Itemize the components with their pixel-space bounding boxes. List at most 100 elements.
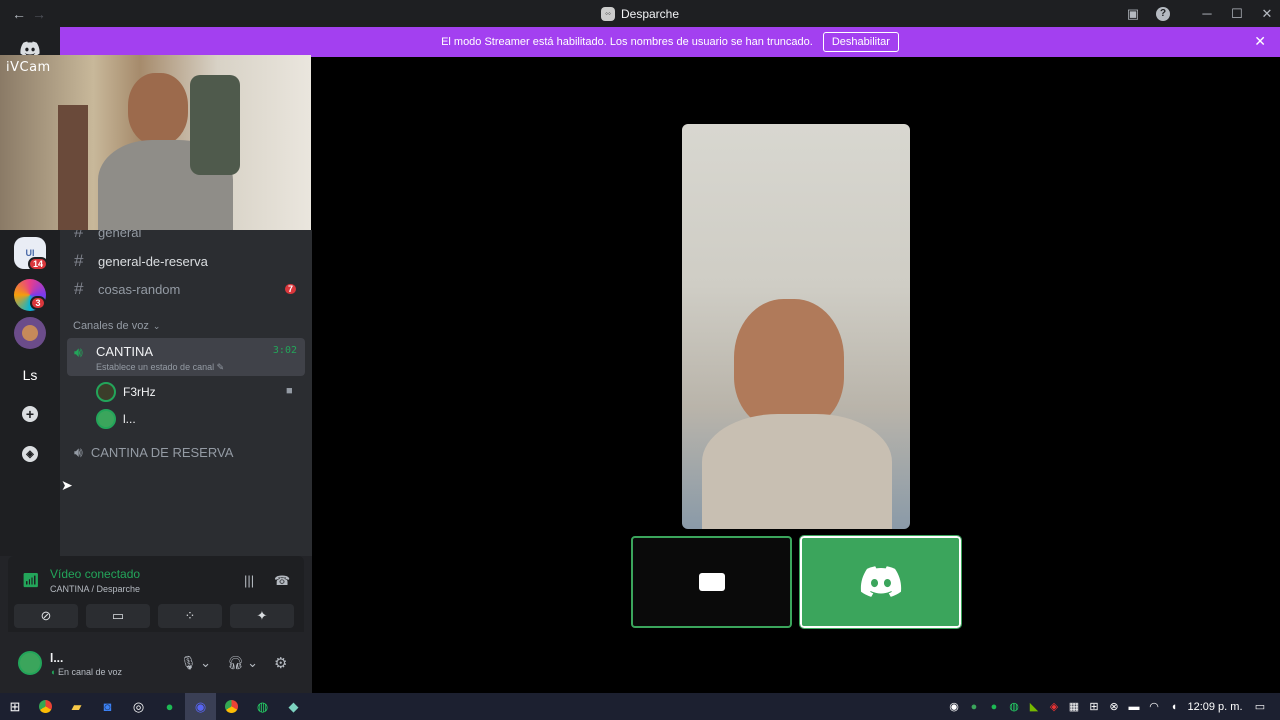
- door-frame: [58, 105, 88, 230]
- hash-icon: #: [74, 251, 84, 270]
- tray-icon[interactable]: ●: [964, 693, 984, 720]
- tray-icon[interactable]: ⊞: [1084, 693, 1104, 720]
- chrome-icon[interactable]: [30, 693, 61, 720]
- voice-channel-cantina-de-reserva[interactable]: 🔊︎ CANTINA DE RESERVA: [74, 444, 233, 461]
- person-head: [128, 73, 188, 145]
- chrome-icon[interactable]: [216, 693, 247, 720]
- windows-start-icon[interactable]: ⊞: [0, 693, 30, 720]
- inbox-icon[interactable]: ▣: [1118, 0, 1148, 27]
- voice-channel-name: CANTINA: [96, 344, 154, 359]
- voice-member[interactable]: F3rHz ■: [96, 381, 296, 403]
- tray-icon[interactable]: ◈: [1044, 693, 1064, 720]
- nvidia-icon[interactable]: ◣: [1024, 693, 1044, 720]
- activities-button[interactable]: ⁘: [158, 604, 222, 628]
- video-tile-self[interactable]: [799, 535, 962, 629]
- channel-name: general-de-reserva: [98, 253, 208, 269]
- server-icon: ◦◦: [600, 6, 615, 21]
- video-tile-f3rhz[interactable]: [631, 536, 792, 628]
- voice-timer: 3:02: [272, 345, 297, 356]
- window-title-text: Desparche: [620, 6, 680, 21]
- banner-close-icon[interactable]: ✕: [1254, 33, 1266, 50]
- participant-shirt: [702, 414, 892, 529]
- chevron-down-icon: ⌄: [152, 320, 161, 331]
- spotify-tray-icon[interactable]: ●: [984, 693, 1004, 720]
- ivcam-label: iVCam: [6, 60, 51, 75]
- windows-taskbar: ⊞ ▰ ◙ ◎ ● ◉ ◍ ◆ ◉ ● ● ◍ ◣ ◈ ▦ ⊞ ⊗ ▬ ◠ ◖ …: [0, 693, 1280, 720]
- spotify-icon[interactable]: ●: [154, 693, 185, 720]
- channel-status-text[interactable]: Establece un estado de canal ✎: [96, 362, 224, 373]
- help-icon[interactable]: ?: [1148, 0, 1178, 27]
- participant-figure: [734, 299, 844, 429]
- channel-status-label: Establece un estado de canal: [96, 362, 215, 372]
- voice-status-subtitle[interactable]: CANTINA / Desparche: [50, 584, 140, 594]
- camera-icon: [698, 573, 725, 591]
- tray-icon[interactable]: ▦: [1064, 693, 1084, 720]
- maximize-icon[interactable]: ☐: [1222, 0, 1252, 27]
- channel-general-de-reserva[interactable]: # general-de-reserva: [74, 251, 208, 271]
- hanging-jacket: [190, 75, 240, 175]
- server-1-badge: 14: [28, 257, 49, 271]
- noise-suppression-icon[interactable]: |||: [244, 573, 254, 588]
- hash-icon: #: [74, 279, 84, 298]
- server-3-icon[interactable]: [14, 317, 46, 349]
- headphones-icon[interactable]: 🎧︎ ⌄: [227, 655, 258, 671]
- signal-icon[interactable]: 📶︎: [22, 572, 40, 589]
- mouse-cursor: ➤: [61, 477, 73, 493]
- streamer-mode-banner: El modo Streamer está habilitado. Los no…: [60, 27, 1280, 57]
- add-server-icon[interactable]: +: [14, 398, 46, 430]
- pencil-icon: ✎: [216, 362, 225, 372]
- banner-message: El modo Streamer está habilitado. Los no…: [441, 36, 813, 48]
- speaker-icon: 🔊︎: [74, 344, 83, 360]
- camera-off-button[interactable]: ⊘: [14, 604, 78, 628]
- disconnect-icon[interactable]: ☎: [274, 573, 290, 589]
- avatar: [96, 382, 116, 402]
- tray-icon[interactable]: ⊗: [1104, 693, 1124, 720]
- close-window-icon[interactable]: ✕: [1252, 0, 1280, 27]
- explore-icon[interactable]: ◈: [14, 438, 46, 470]
- main-video-feed[interactable]: [682, 124, 910, 529]
- channel-cosas-random[interactable]: # cosas-random: [74, 279, 180, 299]
- obs-icon[interactable]: ◎: [123, 693, 154, 720]
- voice-category[interactable]: Canales de voz ⌄: [73, 320, 160, 332]
- app-icon[interactable]: ◙: [92, 693, 123, 720]
- voice-status-card: 📶︎ Vídeo conectado CANTINA / Desparche |…: [8, 556, 304, 632]
- voice-status-title: Vídeo conectado: [50, 567, 141, 581]
- window-title: ◦◦ Desparche: [0, 0, 1280, 27]
- user-status: ◖ En canal de voz: [50, 667, 122, 677]
- server-2-badge: 3: [30, 296, 46, 310]
- voice-channel-cantina[interactable]: 🔊︎ CANTINA 3:02 Establece un estado de c…: [67, 338, 305, 376]
- whatsapp-icon[interactable]: ◍: [247, 693, 278, 720]
- discord-taskbar-icon[interactable]: ◉: [185, 693, 216, 720]
- mention-badge: 7: [283, 282, 299, 296]
- microphone-icon[interactable]: 🎙︎ ⌄: [180, 655, 211, 671]
- volume-icon[interactable]: ◖: [1164, 693, 1184, 720]
- speaker-icon: ◖: [50, 667, 56, 677]
- voice-member[interactable]: l...: [96, 408, 296, 430]
- user-area: l... ◖ En canal de voz 🎙︎ ⌄ 🎧︎ ⌄ ⚙: [8, 640, 304, 688]
- whatsapp-tray-icon[interactable]: ◍: [1004, 693, 1024, 720]
- avatar[interactable]: [18, 651, 42, 675]
- screen-share-button[interactable]: ▭: [86, 604, 150, 628]
- ivcam-overlay[interactable]: iVCam: [0, 55, 311, 230]
- member-name: l...: [123, 412, 136, 426]
- disable-streamer-button[interactable]: Deshabilitar: [822, 32, 899, 52]
- soundboard-button[interactable]: ✦: [230, 604, 294, 628]
- minimize-icon[interactable]: ─: [1192, 0, 1222, 27]
- tray-icon[interactable]: ◉: [944, 693, 964, 720]
- gear-icon[interactable]: ⚙: [274, 654, 287, 672]
- channel-list: # general # general-de-reserva # cosas-r…: [60, 224, 312, 556]
- member-name: F3rHz: [123, 385, 156, 399]
- video-stage: [312, 57, 1280, 693]
- voice-connection-panel: 📶︎ Vídeo conectado CANTINA / Desparche |…: [0, 556, 312, 693]
- battery-icon[interactable]: ▬: [1124, 693, 1144, 720]
- notifications-icon[interactable]: ▭: [1246, 693, 1274, 720]
- category-label: Canales de voz: [73, 320, 149, 332]
- app-icon[interactable]: ◆: [278, 693, 309, 720]
- clock[interactable]: 12:09 p. m.: [1184, 693, 1246, 720]
- voice-channel-name: CANTINA DE RESERVA: [90, 445, 234, 460]
- server-ls-icon[interactable]: Ls: [14, 359, 46, 391]
- speaker-icon: 🔊︎: [74, 444, 83, 460]
- camera-icon: ■: [286, 385, 293, 397]
- wifi-icon[interactable]: ◠: [1144, 693, 1164, 720]
- file-explorer-icon[interactable]: ▰: [61, 693, 92, 720]
